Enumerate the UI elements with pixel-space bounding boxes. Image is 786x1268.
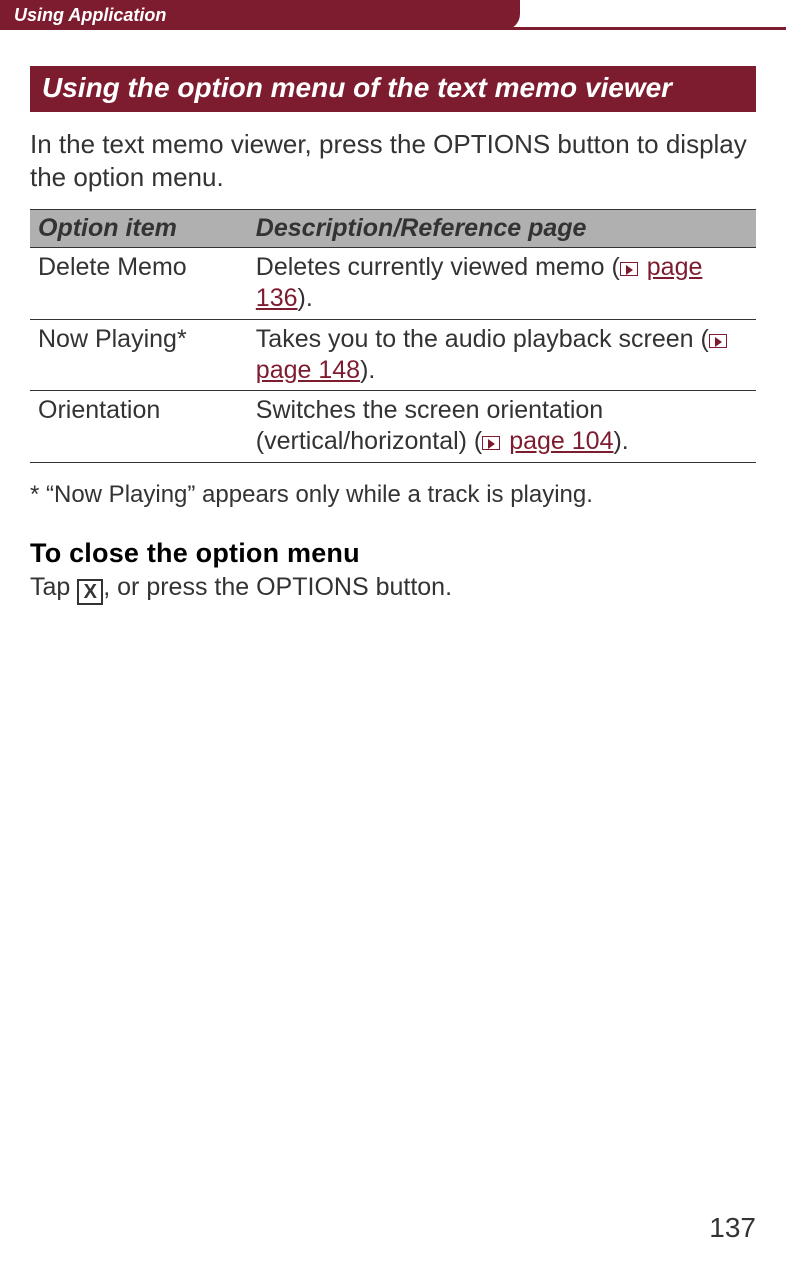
- option-desc: Takes you to the audio playback screen (…: [248, 319, 756, 391]
- page-content: Using the option menu of the text memo v…: [0, 30, 786, 605]
- options-table: Option item Description/Reference page D…: [30, 209, 756, 463]
- desc-text-after: ).: [360, 356, 375, 384]
- page-ref-icon: [709, 334, 727, 348]
- header-tab-label: Using Application: [14, 5, 166, 26]
- footnote: * “Now Playing” appears only while a tra…: [30, 479, 756, 510]
- page-ref-link[interactable]: page 104: [509, 427, 613, 455]
- table-row: Orientation Switches the screen orientat…: [30, 391, 756, 463]
- page-number: 137: [709, 1212, 756, 1244]
- header-tab: Using Application: [0, 0, 520, 30]
- desc-text: Deletes currently viewed memo (: [256, 253, 620, 281]
- intro-text: In the text memo viewer, press the OPTIO…: [30, 128, 756, 193]
- desc-text: Takes you to the audio playback screen (: [256, 325, 709, 353]
- table-header-option: Option item: [30, 210, 248, 248]
- close-menu-after: , or press the OPTIONS button.: [103, 573, 452, 601]
- desc-text-after: ).: [298, 284, 313, 312]
- option-desc: Switches the screen orientation (vertica…: [248, 391, 756, 463]
- option-name: Orientation: [30, 391, 248, 463]
- section-heading: Using the option menu of the text memo v…: [30, 66, 756, 112]
- desc-text-after: ).: [613, 427, 628, 455]
- table-header-desc: Description/Reference page: [248, 210, 756, 248]
- option-name: Delete Memo: [30, 248, 248, 320]
- page-ref-icon: [620, 262, 638, 276]
- close-menu-body: Tap X, or press the OPTIONS button.: [30, 571, 756, 605]
- table-row: Now Playing* Takes you to the audio play…: [30, 319, 756, 391]
- page-ref-link[interactable]: page 148: [256, 356, 360, 384]
- close-icon[interactable]: X: [77, 579, 103, 605]
- option-desc: Deletes currently viewed memo ( page 136…: [248, 248, 756, 320]
- page-ref-icon: [482, 436, 500, 450]
- close-menu-heading: To close the option menu: [30, 538, 756, 569]
- close-menu-before: Tap: [30, 573, 77, 601]
- table-row: Delete Memo Deletes currently viewed mem…: [30, 248, 756, 320]
- option-name: Now Playing*: [30, 319, 248, 391]
